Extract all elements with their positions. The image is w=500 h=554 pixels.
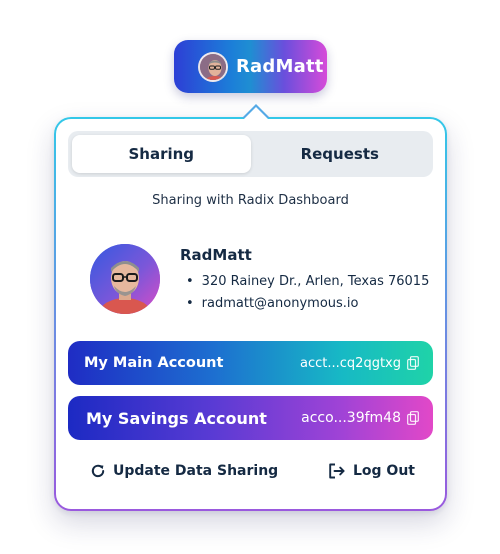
log-out-button[interactable]: Log Out	[328, 463, 415, 479]
account-address-text: acco...39fm48	[301, 410, 401, 426]
log-out-label: Log Out	[353, 463, 415, 479]
account-name: My Main Account	[84, 355, 224, 371]
update-data-sharing-label: Update Data Sharing	[113, 463, 279, 479]
account-name: My Savings Account	[86, 408, 267, 428]
update-data-sharing-button[interactable]: Update Data Sharing	[90, 463, 278, 479]
account-pill[interactable]: RadMatt	[174, 40, 327, 93]
persona-name: RadMatt	[180, 246, 252, 264]
account-address: acct...cq2qgtxg	[300, 356, 419, 371]
sharing-with-text: Sharing with Radix Dashboard	[152, 193, 349, 208]
account-card-savings[interactable]: My Savings Account acco...39fm48	[68, 396, 433, 440]
persona-address: 320 Rainey Dr., Arlen, Texas 76015	[186, 271, 430, 293]
copy-icon[interactable]	[407, 356, 419, 370]
tab-bar: Sharing Requests	[68, 131, 433, 177]
persona-avatar	[90, 244, 160, 314]
pill-avatar	[198, 51, 228, 82]
persona-details: 320 Rainey Dr., Arlen, Texas 76015 radma…	[186, 271, 430, 315]
account-address: acco...39fm48	[301, 410, 419, 426]
persona-email: radmatt@anonymous.io	[186, 293, 429, 315]
account-address-text: acct...cq2qgtxg	[300, 355, 401, 371]
tab-sharing[interactable]: Sharing	[72, 135, 251, 173]
popover-caret	[244, 107, 268, 119]
account-card-main[interactable]: My Main Account acct...cq2qgtxg	[68, 341, 433, 385]
persona-portrait-icon	[90, 244, 160, 314]
copy-icon[interactable]	[407, 411, 419, 425]
logout-icon	[329, 463, 345, 479]
avatar-portrait-icon	[200, 53, 226, 80]
pill-account-name: RadMatt	[236, 56, 324, 77]
refresh-icon	[91, 464, 105, 478]
tab-requests[interactable]: Requests	[251, 135, 430, 173]
